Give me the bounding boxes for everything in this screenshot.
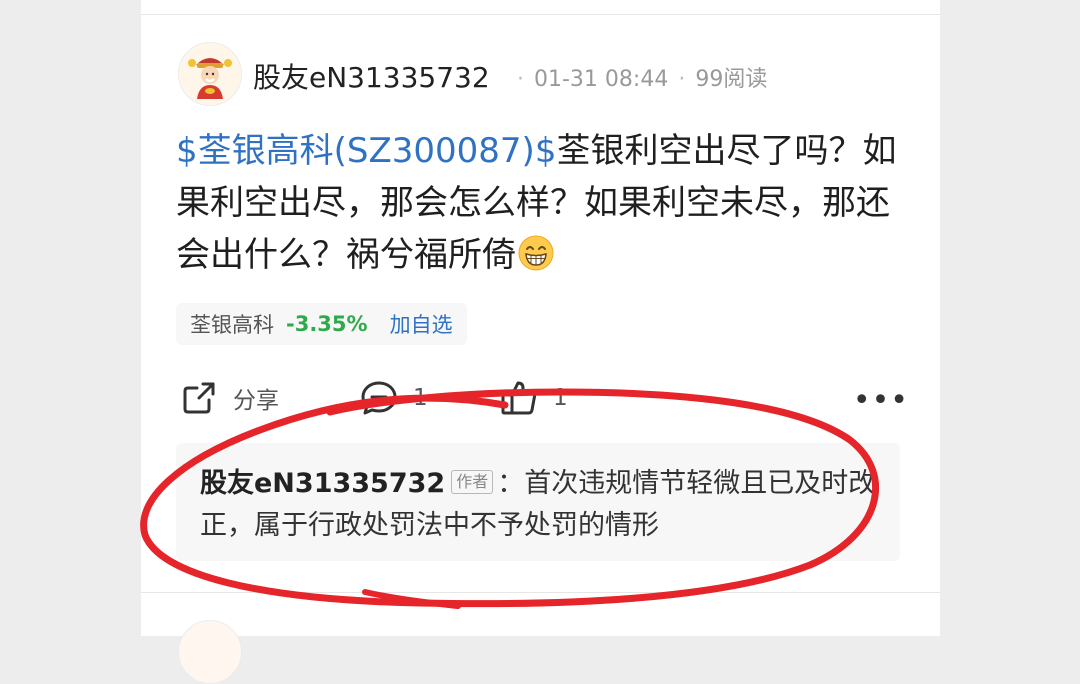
share-icon [183,382,215,414]
post-views: 99阅读 [695,67,768,92]
stock-tag-name: 荃银高科 [190,313,274,337]
more-options-icon[interactable]: ••• [853,383,909,418]
divider [141,592,940,593]
like-count: 1 [553,385,568,411]
stock-tag-change: -3.35% [286,312,368,336]
stock-tag[interactable]: 荃银高科 -3.35% 加自选 [176,303,467,345]
post-username[interactable]: 股友eN31335732 [253,56,490,96]
thumbs-up-icon [501,381,537,415]
like-button[interactable]: 1 [499,375,568,421]
avatar[interactable] [178,42,242,106]
meta-separator: · [517,67,524,92]
action-bar: 分享 1 1 ••• [179,375,909,421]
post-body[interactable]: $荃银高科(SZ300087)$荃银利空出尽了吗？如果利空出尽，那会怎么样？如果… [176,125,906,281]
comment-author[interactable]: 股友eN31335732 [200,468,445,499]
add-watchlist-button[interactable]: 加自选 [390,309,453,339]
post-date: 01-31 08:44 [534,67,669,92]
author-badge: 作者 [451,470,494,494]
divider [141,14,940,15]
meta-separator: · [678,67,686,92]
grinning-face-icon [518,235,554,271]
comment-button[interactable]: 1 [359,375,428,421]
share-label: 分享 [233,388,279,414]
comment-separator: ： [497,468,525,499]
comment-count: 1 [413,385,428,411]
share-button[interactable]: 分享 [179,375,279,421]
next-post-avatar[interactable] [178,620,242,684]
comment-text: 股友eN31335732 作者 ：首次违规情节轻微且已及时改正，属于行政处罚法中不予… [200,463,880,547]
author-comment[interactable]: 股友eN31335732 作者 ：首次违规情节轻微且已及时改正，属于行政处罚法中不予… [176,443,900,561]
post-card: 股友eN31335732 · 01-31 08:44 · 99阅读 $荃银高科(SZ3… [141,0,940,684]
comment-icon [361,381,397,415]
post-meta: · 01-31 08:44 · 99阅读 [507,61,767,93]
stock-link[interactable]: $荃银高科(SZ300087)$ [176,131,556,171]
